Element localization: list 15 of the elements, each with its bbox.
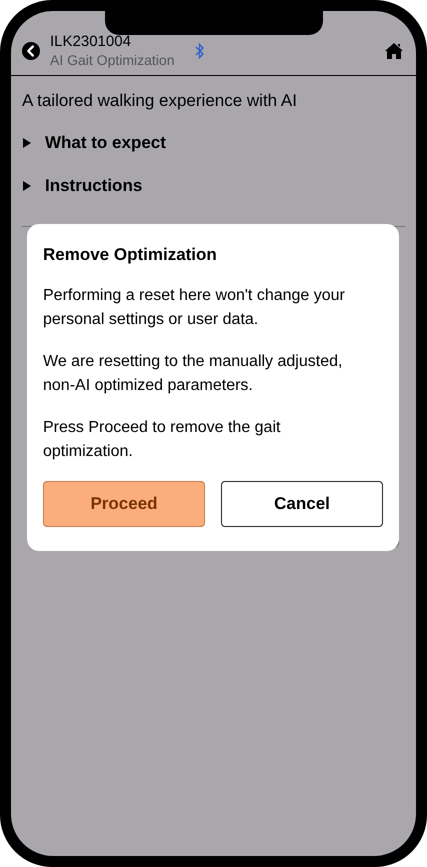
section-toggle[interactable]: What to expect — [22, 130, 405, 158]
section-toggle[interactable]: Instructions — [22, 173, 405, 201]
device-id: ILK2301004 — [50, 33, 132, 52]
home-icon[interactable] — [384, 42, 404, 60]
cancel-button[interactable]: Cancel — [221, 480, 383, 526]
tagline: A tailored walking experience with AI — [22, 90, 298, 112]
back-icon[interactable] — [22, 42, 40, 60]
page-title: AI Gait Optimization — [50, 52, 174, 70]
caret-right-icon — [22, 136, 32, 148]
dialog-message: We are resetting to the manually adjusted, non-AI optimized parameters. — [43, 352, 344, 396]
dialog-title: Remove Optimization — [43, 244, 218, 266]
proceed-button[interactable]: Proceed — [43, 480, 205, 526]
dialog-message: Press Proceed to remove the gait optimization. — [43, 418, 282, 462]
dialog-message: Performing a reset here won't change your personal settings or user data. — [43, 286, 346, 330]
caret-right-icon — [22, 180, 32, 192]
